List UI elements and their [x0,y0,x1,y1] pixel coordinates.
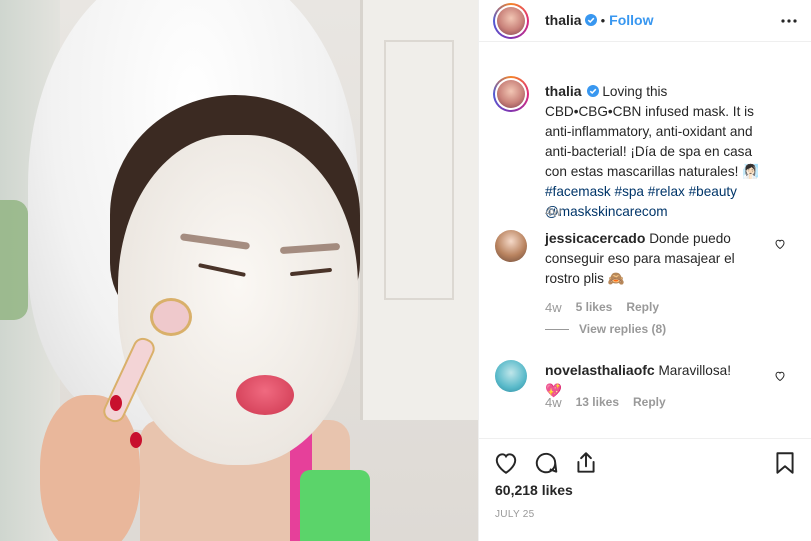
verified-badge-icon [584,14,597,26]
caption-body: Loving this CBD•CBG•CBN infused mask. It… [545,84,759,219]
share-icon[interactable] [573,450,599,476]
caption-username[interactable]: thalia [545,83,582,99]
author-username[interactable]: thalia [545,12,582,28]
comment-reply-button[interactable]: Reply [633,395,666,410]
view-replies-button[interactable]: View replies (8) [545,322,666,336]
caption-text: thalia Loving this CBD•CBG•CBN infused m… [545,81,761,222]
photo-nail [130,432,142,448]
comment-timestamp[interactable]: 4w [545,395,562,410]
follow-button[interactable]: Follow [609,12,653,28]
view-replies-line [545,328,569,330]
comment-icon[interactable] [533,450,559,476]
comment-meta: 4w 13 likes Reply [545,395,666,410]
post-actions-bar [479,438,811,486]
header-separator: • [600,12,606,28]
comment-like-heart-icon[interactable] [774,370,786,382]
author-avatar[interactable] [493,3,529,39]
caption-tag-link[interactable]: #spa [615,184,644,199]
instagram-post: thalia • Follow thalia Loving this CBD•C… [0,0,811,541]
comment-reply-button[interactable]: Reply [626,300,659,315]
verified-badge-icon [586,85,599,97]
comment-avatar[interactable] [495,230,527,262]
header-author-line: thalia • Follow [545,12,653,28]
caption-tag-link[interactable]: #beauty [689,184,737,199]
comment-username[interactable]: novelasthaliaofc [545,362,655,378]
comment-likes[interactable]: 13 likes [576,395,619,410]
comment-like-heart-icon[interactable] [774,238,786,250]
photo-face-mask [118,135,358,465]
post-date[interactable]: JULY 25 [495,509,535,520]
caption-author-avatar[interactable] [493,76,529,112]
photo-lips [236,375,294,415]
comment-username[interactable]: jessicacercado [545,230,645,246]
caption-author-avatar-image [497,80,525,108]
photo-hand [40,395,140,541]
like-count[interactable]: 60,218 likes [495,482,573,498]
bookmark-icon[interactable] [772,450,798,476]
comment-meta: 4w 5 likes Reply [545,300,659,315]
photo-swimsuit [300,470,370,541]
caption-timestamp[interactable]: 4w [545,204,562,219]
caption-tag-link[interactable]: @maskskincarecom [545,204,668,219]
caption-tag-link[interactable]: #facemask [545,184,611,199]
more-options-icon[interactable] [780,12,798,30]
photo-roller-stone [150,298,192,336]
comment-avatar[interactable] [495,360,527,392]
photo-bg-plant [0,200,28,320]
photo-nail [110,395,122,411]
post-header: thalia • Follow [479,0,811,42]
view-replies-label: View replies (8) [579,322,667,336]
caption-tag-link[interactable]: #relax [648,184,685,199]
post-side-panel: thalia • Follow thalia Loving this CBD•C… [478,0,811,541]
comment-text: jessicacercado Donde puedo conseguir eso… [545,228,745,289]
comment-timestamp[interactable]: 4w [545,300,562,315]
comment-likes[interactable]: 5 likes [576,300,613,315]
photo-bg-door-panel [384,40,454,300]
heart-icon[interactable] [493,450,519,476]
post-photo[interactable] [0,0,478,541]
author-avatar-image [497,7,525,35]
